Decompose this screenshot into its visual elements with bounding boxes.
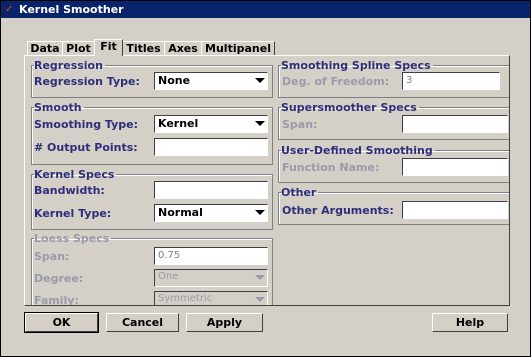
- title-bar: ✓ Kernel Smoother: [1, 1, 530, 18]
- loess-degree-label: Degree:: [34, 272, 84, 285]
- loess-degree-select[interactable]: One: [154, 269, 268, 287]
- function-name-input[interactable]: [402, 158, 508, 176]
- loess-family-value: Symmetric: [158, 293, 213, 304]
- regression-legend: Regression: [34, 59, 103, 72]
- smoothing-type-value: Kernel: [158, 117, 199, 130]
- dof-input[interactable]: 3: [402, 72, 500, 90]
- regression-type-select[interactable]: None: [154, 72, 268, 90]
- tab-fit[interactable]: Fit: [94, 39, 123, 56]
- supersmoother-span-label: Span:: [282, 118, 318, 131]
- chevron-down-icon: [255, 78, 265, 83]
- ok-button[interactable]: OK: [24, 312, 99, 333]
- tab-axes[interactable]: Axes: [164, 41, 202, 55]
- loess-span-input[interactable]: 0.75: [154, 247, 268, 265]
- chevron-down-icon: [255, 297, 265, 302]
- function-name-label: Function Name:: [282, 161, 380, 174]
- chevron-down-icon: [255, 210, 265, 215]
- tab-titles[interactable]: Titles: [122, 41, 165, 55]
- loess-specs-legend: Loess Specs: [34, 232, 110, 245]
- kernel-type-value: Normal: [158, 206, 203, 219]
- loess-span-label: Span:: [34, 250, 70, 263]
- smooth-legend: Smooth: [34, 101, 82, 114]
- dialog-window: ✓ Kernel Smoother Data Plot Fit Titles A…: [0, 0, 531, 357]
- tab-data[interactable]: Data: [27, 41, 63, 55]
- loess-family-select[interactable]: Symmetric: [154, 291, 268, 305]
- cancel-button[interactable]: Cancel: [106, 313, 179, 332]
- chevron-down-icon: [255, 275, 265, 280]
- regression-type-label: Regression Type:: [34, 75, 140, 88]
- kernel-type-select[interactable]: Normal: [154, 204, 268, 222]
- supersmoother-span-input[interactable]: [402, 115, 508, 133]
- tab-multipanel[interactable]: Multipanel: [201, 41, 275, 55]
- window-title: Kernel Smoother: [19, 3, 124, 16]
- spline-specs-legend: Smoothing Spline Specs: [281, 59, 431, 72]
- output-points-input[interactable]: [154, 138, 268, 156]
- regression-type-value: None: [158, 74, 191, 87]
- chevron-down-icon: [255, 121, 265, 126]
- smoothing-type-label: Smoothing Type:: [34, 118, 138, 131]
- output-points-label: # Output Points:: [34, 141, 138, 154]
- help-button[interactable]: Help: [432, 313, 508, 332]
- kernel-type-label: Kernel Type:: [34, 207, 112, 220]
- apply-button[interactable]: Apply: [186, 313, 263, 332]
- tab-plot[interactable]: Plot: [62, 41, 95, 55]
- bandwidth-label: Bandwidth:: [34, 184, 105, 197]
- dof-label: Deg. of Freedom:: [282, 75, 390, 88]
- bandwidth-input[interactable]: [154, 181, 268, 199]
- other-legend: Other: [281, 186, 317, 199]
- kernel-specs-legend: Kernel Specs: [34, 168, 115, 181]
- loess-degree-value: One: [158, 271, 179, 282]
- user-defined-legend: User-Defined Smoothing: [281, 144, 433, 157]
- supersmoother-legend: Supersmoother Specs: [281, 101, 417, 114]
- app-icon: ✓: [5, 4, 14, 15]
- other-arguments-input[interactable]: [402, 201, 508, 219]
- smoothing-type-select[interactable]: Kernel: [154, 115, 268, 133]
- fit-tab-panel: Regression Regression Type: None Smooth …: [24, 55, 510, 306]
- other-arguments-label: Other Arguments:: [282, 204, 394, 217]
- loess-family-label: Family:: [34, 294, 79, 306]
